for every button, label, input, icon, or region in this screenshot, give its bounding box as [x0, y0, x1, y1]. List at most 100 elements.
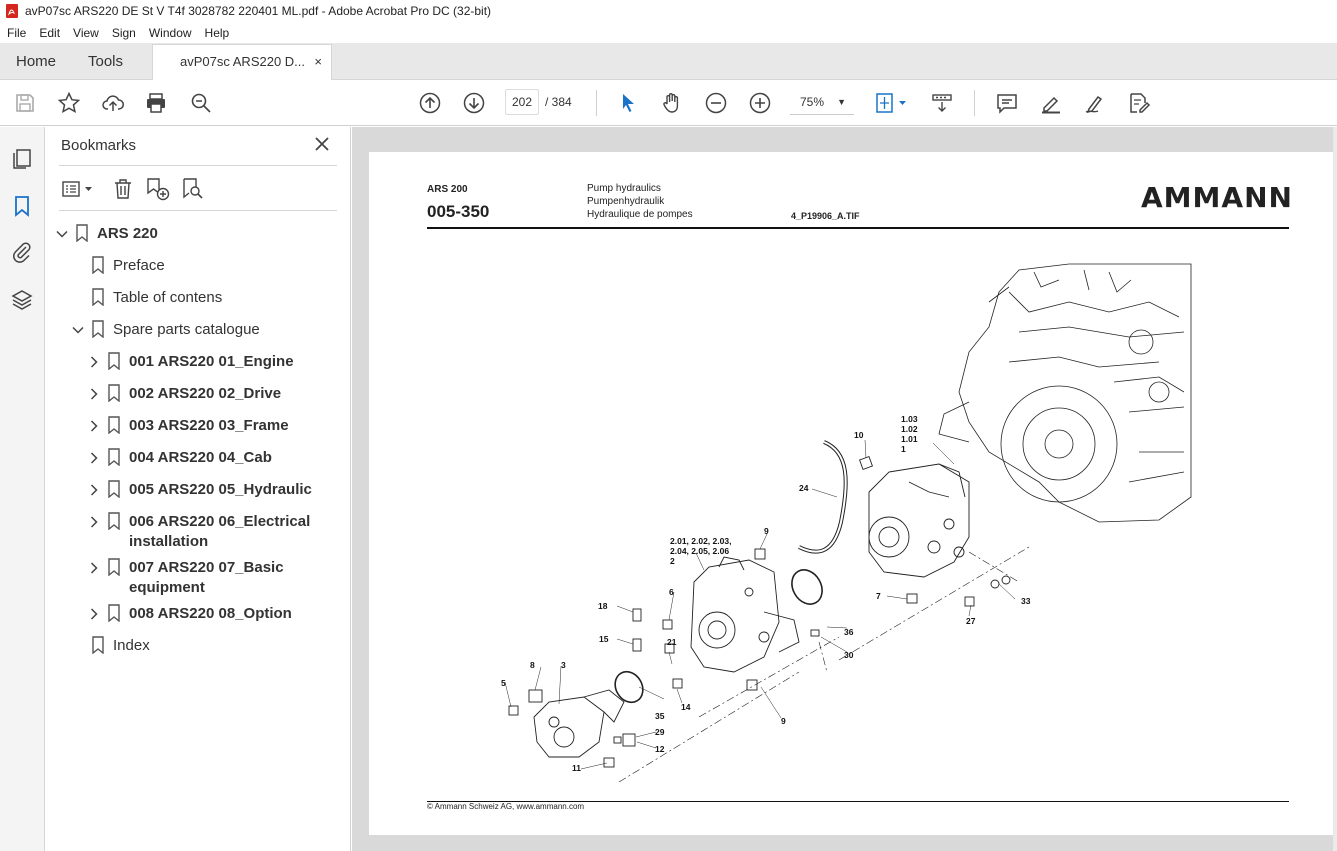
toolbar-divider — [596, 90, 597, 116]
zoom-search-icon[interactable] — [188, 90, 214, 116]
select-cursor-icon[interactable] — [615, 90, 641, 116]
draw-pen-icon[interactable] — [1082, 90, 1108, 116]
zoom-in-icon[interactable] — [747, 90, 773, 116]
part-label: 30 — [844, 650, 854, 660]
bookmark-icon — [92, 636, 104, 654]
part-label: 10 — [854, 430, 864, 440]
layers-icon[interactable] — [10, 288, 34, 312]
o-ring — [614, 670, 644, 704]
next-page-icon[interactable] — [461, 90, 487, 116]
tab-tools[interactable]: Tools — [88, 43, 123, 80]
bookmark-engine[interactable]: 001 ARS220 01_Engine — [87, 352, 294, 372]
menu-edit[interactable]: Edit — [32, 26, 66, 40]
tab-home[interactable]: Home — [16, 43, 56, 80]
bookmark-search-icon[interactable] — [181, 177, 205, 201]
tab-bar: Home Tools avP07sc ARS220 D... × — [0, 43, 1337, 80]
highlight-pen-icon[interactable] — [1038, 90, 1064, 116]
page-number-input[interactable]: 202 — [505, 89, 539, 115]
part-label: 9 — [764, 526, 769, 536]
star-icon[interactable] — [56, 90, 82, 116]
chevron-right-icon[interactable] — [87, 355, 101, 369]
bookmark-label: ARS 220 — [97, 225, 158, 242]
bookmark-options-menu-icon[interactable] — [61, 177, 95, 201]
pump-1-drawing — [868, 463, 970, 578]
bookmark-option[interactable]: 008 ARS220 08_Option — [87, 604, 292, 624]
chevron-down-icon: ▼ — [837, 97, 846, 107]
bookmark-basic-equipment[interactable]: 007 ARS220 07_Basic equipment — [87, 558, 284, 598]
chevron-right-icon[interactable] — [87, 451, 101, 465]
vertical-scrollbar[interactable] — [1333, 127, 1337, 851]
fit-page-icon[interactable] — [874, 90, 910, 116]
page-thumbnails-icon[interactable] — [10, 147, 34, 171]
document-footer: © Ammann Schweiz AG, www.ammann.com — [427, 802, 585, 811]
leader-lines — [504, 439, 1016, 770]
menu-file[interactable]: File — [0, 26, 32, 40]
part-label: 29 — [655, 727, 665, 737]
close-tab-icon[interactable]: × — [314, 45, 322, 79]
comment-icon[interactable] — [994, 90, 1020, 116]
bookmark-ars-220[interactable]: ARS 220 — [55, 224, 158, 244]
pdf-page: ARS 200 005-350 Pump hydraulics Pumpenhy… — [369, 152, 1334, 835]
chevron-right-icon[interactable] — [87, 607, 101, 621]
menu-sign[interactable]: Sign — [105, 26, 142, 40]
bookmark-label: 005 ARS220 05_Hydraulic — [129, 481, 312, 498]
menu-window[interactable]: Window — [142, 26, 198, 40]
document-viewer[interactable]: ARS 200 005-350 Pump hydraulics Pumpenhy… — [352, 127, 1337, 851]
bookmark-label: 008 ARS220 08_Option — [129, 605, 292, 622]
bookmark-preface[interactable]: Preface — [91, 256, 165, 276]
part-label: 1.02 — [901, 424, 918, 434]
tab-document[interactable]: avP07sc ARS220 D... × — [152, 44, 332, 80]
part-label: 9 — [781, 716, 786, 726]
bookmark-cab[interactable]: 004 ARS220 04_Cab — [87, 448, 272, 468]
bookmark-icon — [92, 320, 104, 338]
prev-page-icon[interactable] — [417, 90, 443, 116]
main-toolbar — [0, 80, 1337, 126]
part-label: 18 — [598, 601, 608, 611]
hand-tool-icon[interactable] — [659, 90, 685, 116]
chevron-right-icon[interactable] — [87, 483, 101, 497]
chevron-right-icon[interactable] — [87, 561, 101, 575]
part-label: 2 — [670, 556, 675, 566]
bookmark-icon — [108, 512, 120, 530]
bookmark-frame[interactable]: 003 ARS220 03_Frame — [87, 416, 289, 436]
part-label: 3 — [561, 660, 566, 670]
bookmark-label-line1: 006 ARS220 06_Electrical — [129, 513, 311, 530]
menu-view[interactable]: View — [66, 26, 105, 40]
bookmark-spare-parts-catalogue[interactable]: Spare parts catalogue — [71, 320, 260, 340]
chevron-right-icon[interactable] — [87, 419, 101, 433]
chevron-right-icon[interactable] — [87, 387, 101, 401]
bookmark-hydraulic[interactable]: 005 ARS220 05_Hydraulic — [87, 480, 312, 500]
toolbar-divider — [974, 90, 975, 116]
save-icon[interactable] — [12, 90, 38, 116]
delete-trash-icon[interactable] — [111, 177, 135, 201]
bookmark-index[interactable]: Index — [91, 636, 150, 656]
close-icon[interactable] — [313, 135, 331, 153]
bookmark-label: Spare parts catalogue — [113, 321, 260, 338]
print-icon[interactable] — [143, 90, 169, 116]
zoom-level-value: 75% — [800, 95, 825, 109]
bookmark-icon[interactable] — [10, 194, 34, 218]
bookmark-label: Table of contens — [113, 289, 223, 306]
part-label: 1.01 — [901, 434, 918, 444]
new-bookmark-icon[interactable] — [145, 177, 171, 201]
fill-sign-icon[interactable] — [1126, 90, 1152, 116]
bookmark-label-line1: 007 ARS220 07_Basic — [129, 559, 284, 576]
chevron-down-icon[interactable] — [55, 227, 69, 241]
zoom-out-icon[interactable] — [703, 90, 729, 116]
menubar: File Edit View Sign Window Help — [0, 22, 1337, 43]
part-label: 36 — [844, 627, 854, 637]
bookmark-table-of-contents[interactable]: Table of contens — [91, 288, 222, 308]
bookmark-electrical[interactable]: 006 ARS220 06_Electrical installation — [87, 512, 310, 552]
scroll-mode-icon[interactable] — [929, 90, 955, 116]
bookmark-drive[interactable]: 002 ARS220 02_Drive — [87, 384, 281, 404]
alignment-lines — [618, 546, 1030, 783]
bookmark-icon — [108, 480, 120, 498]
bookmarks-panel: Bookmarks ARS 220 Preface Table of conte… — [45, 127, 351, 851]
menu-help[interactable]: Help — [198, 26, 236, 40]
chevron-right-icon[interactable] — [87, 515, 101, 529]
chevron-down-icon[interactable] — [71, 323, 85, 337]
attachment-paperclip-icon[interactable] — [10, 240, 34, 264]
bookmark-icon — [108, 448, 120, 466]
upload-cloud-icon[interactable] — [100, 90, 126, 116]
zoom-level-select[interactable]: 75% ▼ — [790, 89, 854, 115]
